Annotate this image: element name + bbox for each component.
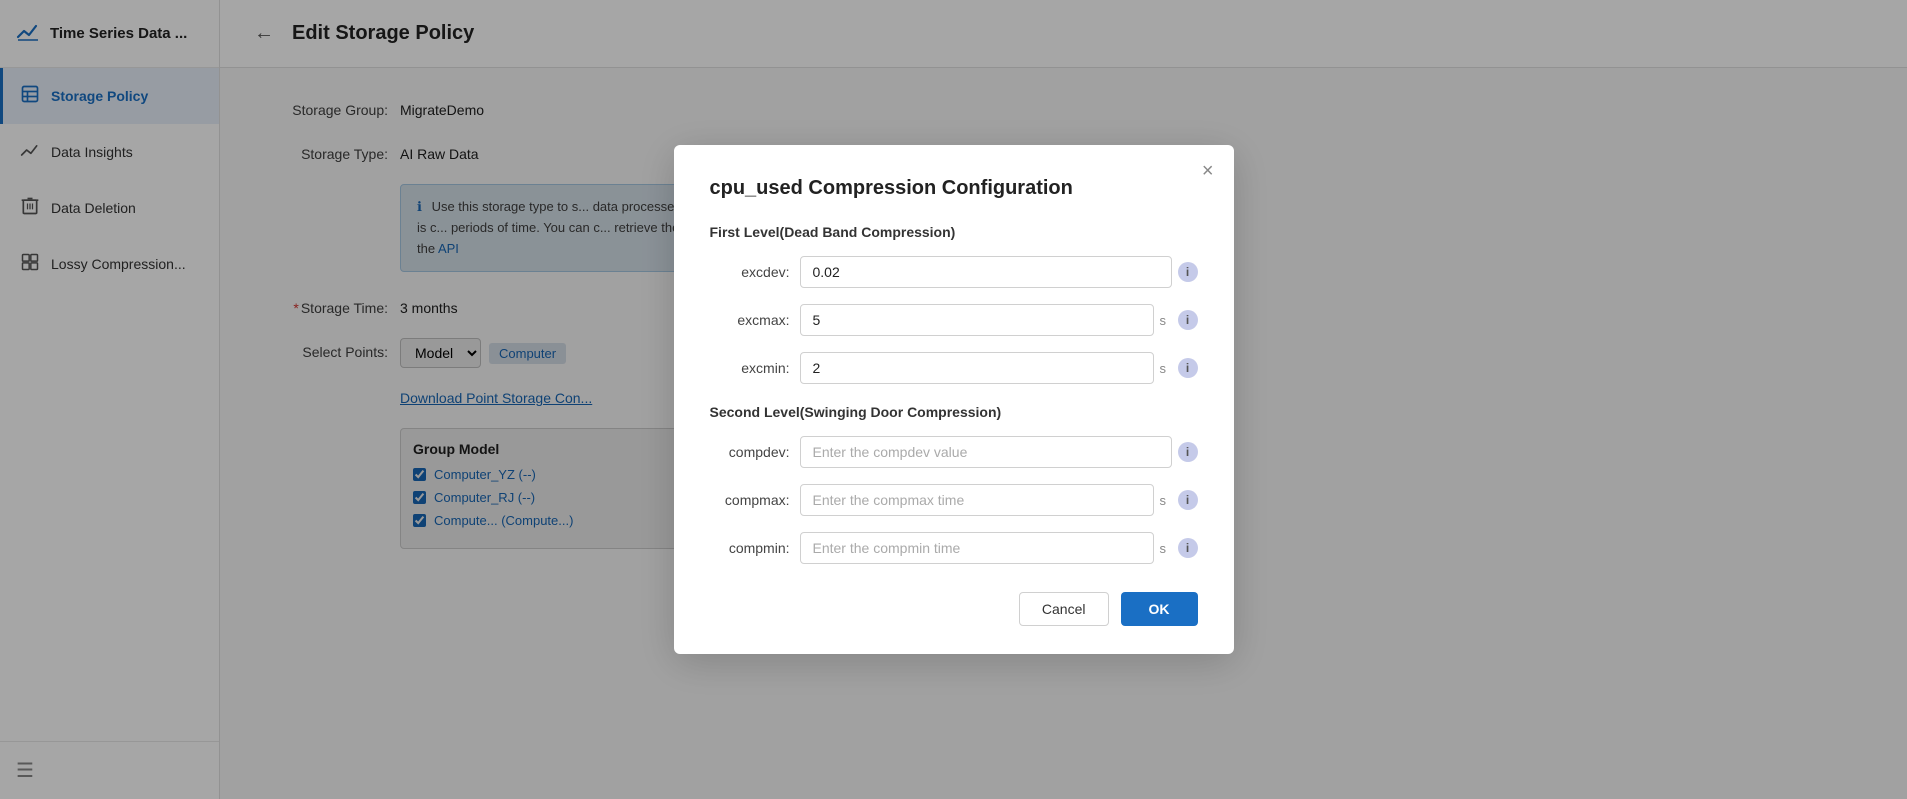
- excmin-input[interactable]: [800, 352, 1154, 384]
- overlay: × cpu_used Compression Configuration Fir…: [0, 0, 1907, 799]
- excmin-input-wrap: s i: [800, 352, 1198, 384]
- dialog-title: cpu_used Compression Configuration: [710, 177, 1198, 200]
- compmin-label: compmin:: [710, 540, 790, 556]
- second-level-title: Second Level(Swinging Door Compression): [710, 404, 1198, 420]
- compmin-input-wrap: s i: [800, 532, 1198, 564]
- excdev-input[interactable]: [800, 256, 1172, 288]
- first-level-title: First Level(Dead Band Compression): [710, 224, 1198, 240]
- excmax-info-icon[interactable]: i: [1178, 310, 1198, 330]
- compmax-input[interactable]: [800, 484, 1154, 516]
- excmax-input-wrap: s i: [800, 304, 1198, 336]
- compdev-row: compdev: i: [710, 436, 1198, 468]
- excdev-info-icon[interactable]: i: [1178, 262, 1198, 282]
- compmin-input[interactable]: [800, 532, 1154, 564]
- compmax-info-icon[interactable]: i: [1178, 490, 1198, 510]
- compdev-info-icon[interactable]: i: [1178, 442, 1198, 462]
- excmin-label: excmin:: [710, 360, 790, 376]
- excmin-row: excmin: s i: [710, 352, 1198, 384]
- excmax-row: excmax: s i: [710, 304, 1198, 336]
- excmax-input[interactable]: [800, 304, 1154, 336]
- compmin-row: compmin: s i: [710, 532, 1198, 564]
- dialog-footer: Cancel OK: [710, 592, 1198, 626]
- compmin-info-icon[interactable]: i: [1178, 538, 1198, 558]
- compmax-row: compmax: s i: [710, 484, 1198, 516]
- excdev-label: excdev:: [710, 264, 790, 280]
- dialog: × cpu_used Compression Configuration Fir…: [674, 145, 1234, 654]
- compmax-label: compmax:: [710, 492, 790, 508]
- compdev-input-wrap: i: [800, 436, 1198, 468]
- compdev-input[interactable]: [800, 436, 1172, 468]
- excmax-unit: s: [1160, 313, 1172, 328]
- excdev-input-wrap: i: [800, 256, 1198, 288]
- dialog-close-button[interactable]: ×: [1202, 161, 1214, 181]
- excmin-unit: s: [1160, 361, 1172, 376]
- compmin-unit: s: [1160, 541, 1172, 556]
- compmax-unit: s: [1160, 493, 1172, 508]
- excdev-row: excdev: i: [710, 256, 1198, 288]
- excmax-label: excmax:: [710, 312, 790, 328]
- excmin-info-icon[interactable]: i: [1178, 358, 1198, 378]
- compdev-label: compdev:: [710, 444, 790, 460]
- compmax-input-wrap: s i: [800, 484, 1198, 516]
- ok-button[interactable]: OK: [1121, 592, 1198, 626]
- cancel-button[interactable]: Cancel: [1019, 592, 1109, 626]
